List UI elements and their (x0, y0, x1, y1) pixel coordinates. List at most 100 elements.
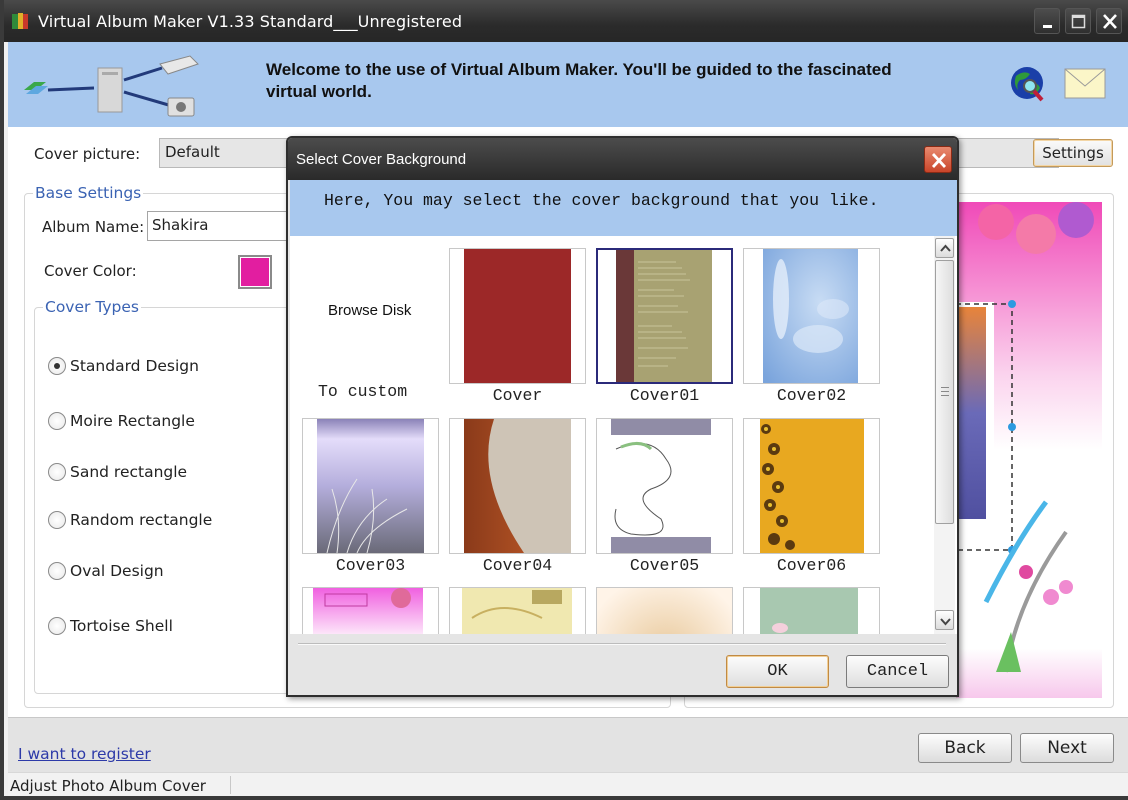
radio-circle-checked[interactable] (48, 357, 66, 375)
welcome-banner: Welcome to the use of Virtual Album Make… (8, 42, 1128, 127)
base-settings-legend: Base Settings (33, 184, 144, 202)
radio-moire-rectangle[interactable]: Moire Rectangle (48, 412, 195, 430)
scroll-down-button[interactable] (935, 610, 954, 630)
thumbnail-frame (302, 587, 439, 634)
cover-thumbnail[interactable] (302, 587, 439, 634)
window-title: Virtual Album Maker V1.33 Standard___Unr… (38, 12, 463, 31)
thumbnail-caption: Cover06 (776, 556, 847, 575)
radio-label: Random rectangle (70, 511, 213, 529)
register-link[interactable]: I want to register (18, 745, 151, 763)
thumbnail-frame (743, 587, 880, 634)
status-bar: Adjust Photo Album Cover (8, 772, 1128, 796)
cover-thumbnail[interactable]: Cover (449, 248, 586, 418)
dialog-info-text: Here, You may select the cover backgroun… (324, 191, 879, 210)
dialog-title: Select Cover Background (296, 151, 467, 168)
radio-standard-design[interactable]: Standard Design (48, 357, 199, 375)
radio-oval-design[interactable]: Oval Design (48, 562, 164, 580)
cover-thumbnail[interactable] (596, 587, 733, 634)
radio-label: Moire Rectangle (70, 412, 195, 430)
cover-thumbnail[interactable]: Cover02 (743, 248, 880, 418)
thumbnail-caption: Cover (492, 386, 543, 405)
thumbnail-image (616, 250, 712, 382)
thumbnail-caption: Cover04 (482, 556, 553, 575)
radio-circle[interactable] (48, 617, 66, 635)
thumbnail-caption: Cover05 (629, 556, 700, 575)
thumbnail-image (462, 588, 572, 634)
thumbnail-caption: Cover01 (629, 386, 700, 405)
thumbnail-frame (449, 587, 586, 634)
thumbnail-caption: Cover02 (776, 386, 847, 405)
radio-label: Tortoise Shell (70, 617, 173, 635)
thumbnail-frame (743, 418, 880, 554)
thumbnail-image (760, 419, 864, 553)
minimize-button[interactable] (1034, 8, 1060, 34)
dialog-close-button[interactable] (924, 146, 952, 173)
thumbnail-image (317, 419, 424, 553)
app-book-icon (10, 11, 30, 31)
email-envelope-icon[interactable] (1064, 68, 1106, 100)
radio-circle[interactable] (48, 511, 66, 529)
next-button[interactable]: Next (1020, 733, 1114, 763)
thumbnail-frame (596, 587, 733, 634)
cancel-button[interactable]: Cancel (846, 655, 949, 688)
logo-diagram-icon (24, 55, 199, 117)
radio-circle[interactable] (48, 463, 66, 481)
dialog-separator (298, 643, 946, 645)
thumbnail-image (611, 419, 718, 553)
scroll-up-button[interactable] (935, 238, 954, 258)
ok-button[interactable]: OK (726, 655, 829, 688)
back-button[interactable]: Back (918, 733, 1012, 763)
minimize-icon (1043, 25, 1052, 28)
thumbnail-frame (449, 248, 586, 384)
thumbnail-caption: Cover03 (335, 556, 406, 575)
close-button[interactable] (1096, 8, 1122, 34)
scroll-grip-icon (941, 387, 949, 396)
thumbnail-image (597, 588, 732, 634)
cover-types-legend: Cover Types (43, 298, 141, 316)
cover-color-swatch[interactable] (238, 255, 272, 289)
title-bar[interactable]: Virtual Album Maker V1.33 Standard___Unr… (4, 0, 1128, 42)
dialog-title-bar[interactable]: Select Cover Background (288, 138, 957, 180)
album-name-label: Album Name: (42, 218, 145, 236)
cover-thumbnail-selected[interactable]: Cover01 (596, 248, 733, 418)
radio-random-rectangle[interactable]: Random rectangle (48, 511, 212, 529)
welcome-text: Welcome to the use of Virtual Album Make… (266, 60, 892, 101)
cover-thumbnail[interactable]: Cover03 (302, 418, 439, 588)
browse-disk-label: Browse Disk (328, 302, 412, 319)
cover-thumbnail[interactable] (743, 587, 880, 634)
thumbnail-image (313, 588, 423, 634)
radio-label: Sand rectangle (70, 463, 188, 481)
thumbnail-image (763, 249, 858, 383)
cover-thumbnail[interactable]: Cover04 (449, 418, 586, 588)
web-search-globe-icon[interactable] (1010, 66, 1048, 104)
maximize-button[interactable] (1065, 8, 1091, 34)
chevron-up-icon (940, 244, 951, 252)
thumbnail-scrollbar[interactable] (934, 236, 955, 634)
cover-thumbnail[interactable]: Cover05 (596, 418, 733, 588)
radio-tortoise-shell[interactable]: Tortoise Shell (48, 617, 173, 635)
select-cover-background-dialog: Select Cover Background Here, You may se… (286, 136, 959, 697)
cover-thumbnail[interactable]: Cover06 (743, 418, 880, 588)
close-icon (1103, 14, 1117, 29)
thumbnail-frame (302, 418, 439, 554)
radio-circle[interactable] (48, 562, 66, 580)
album-name-input[interactable]: Shakira (147, 211, 307, 241)
thumbnail-frame (743, 248, 880, 384)
maximize-icon (1071, 14, 1086, 29)
scroll-thumb[interactable] (935, 260, 954, 524)
custom-caption: To custom (318, 382, 408, 401)
thumbnail-image (464, 249, 571, 383)
radio-label: Standard Design (70, 357, 199, 375)
thumbnail-frame (449, 418, 586, 554)
dialog-info-panel: Here, You may select the cover backgroun… (290, 180, 957, 236)
radio-circle[interactable] (48, 412, 66, 430)
cover-thumbnail[interactable] (449, 587, 586, 634)
cover-preview-image[interactable] (956, 202, 1102, 698)
thumbnail-image (464, 419, 571, 553)
settings-button[interactable]: Settings (1033, 139, 1113, 167)
radio-label: Oval Design (70, 562, 164, 580)
thumbnail-image (760, 588, 858, 634)
status-text: Adjust Photo Album Cover (10, 777, 206, 795)
radio-sand-rectangle[interactable]: Sand rectangle (48, 463, 187, 481)
close-icon (931, 153, 947, 168)
